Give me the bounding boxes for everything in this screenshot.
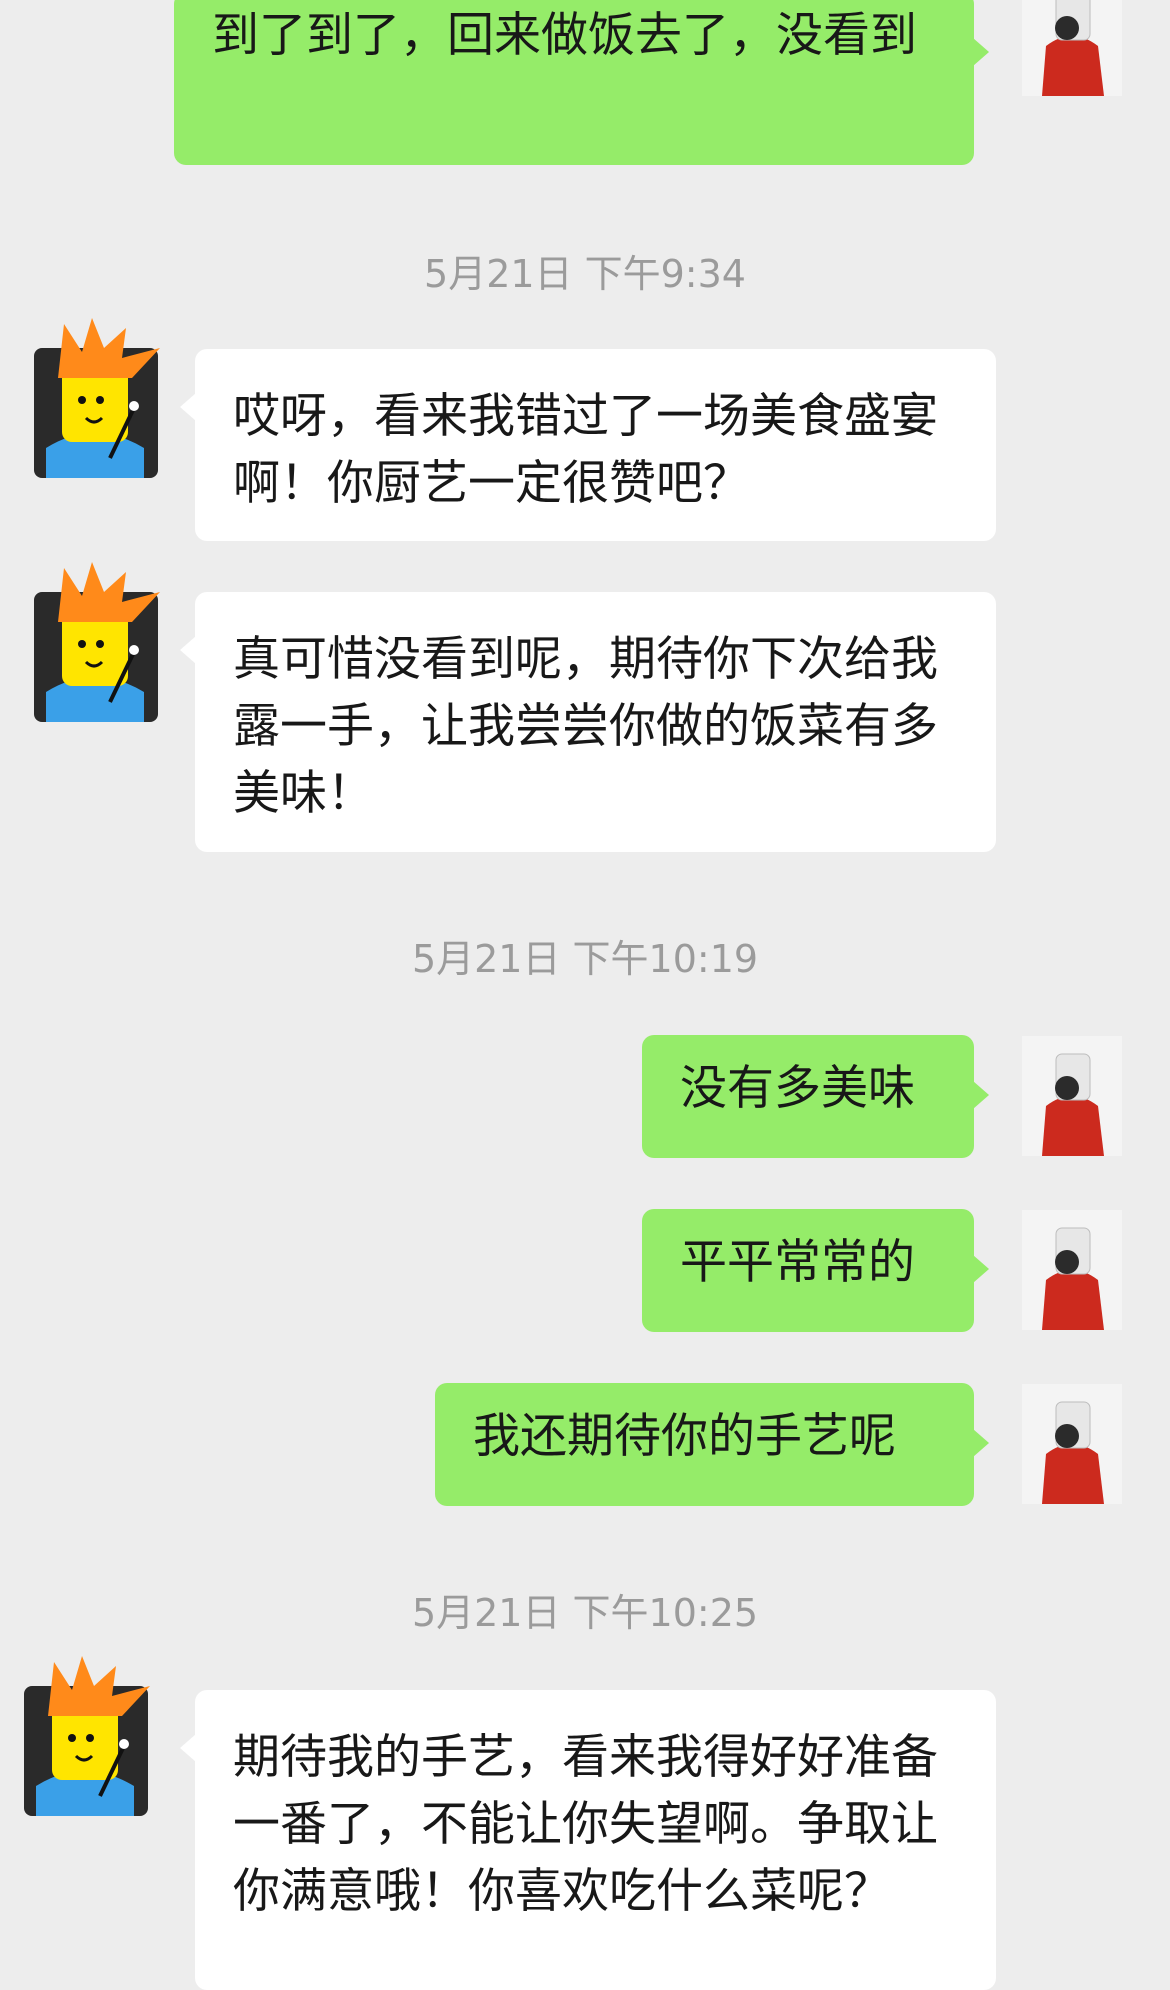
message-bubble-received[interactable]: 期待我的手艺，看来我得好好准备一番了，不能让你失望啊。争取让你满意哦！你喜欢吃什…: [180, 1690, 996, 1990]
bot-avatar-icon[interactable]: [34, 562, 172, 722]
timestamp: 5月21日 下午9:34: [424, 252, 746, 296]
bot-avatar-icon[interactable]: [24, 1656, 162, 1816]
message-bubble-received[interactable]: 真可惜没看到呢，期待你下次给我露一手，让我尝尝你做的饭菜有多美味！: [180, 592, 996, 852]
user-avatar-icon[interactable]: [1012, 0, 1132, 96]
user-avatar-icon[interactable]: [1012, 1384, 1132, 1504]
message-bubble-sent[interactable]: 我还期待你的手艺呢: [435, 1383, 989, 1506]
timestamp: 5月21日 下午10:25: [411, 1591, 759, 1635]
message-bubble-sent[interactable]: 没有多美味: [642, 1035, 989, 1158]
message-bubble-received[interactable]: 哎呀，看来我错过了一场美食盛宴啊！你厨艺一定很赞吧？: [180, 349, 996, 541]
bot-avatar-icon[interactable]: [34, 318, 172, 478]
message-bubble-sent[interactable]: 平平常常的: [642, 1209, 989, 1332]
timestamp: 5月21日 下午10:19: [411, 937, 759, 981]
user-avatar-icon[interactable]: [1012, 1036, 1132, 1156]
user-avatar-icon[interactable]: [1012, 1210, 1132, 1330]
message-bubble-sent[interactable]: 到了到了，回来做饭去了，没看到: [174, 0, 989, 165]
